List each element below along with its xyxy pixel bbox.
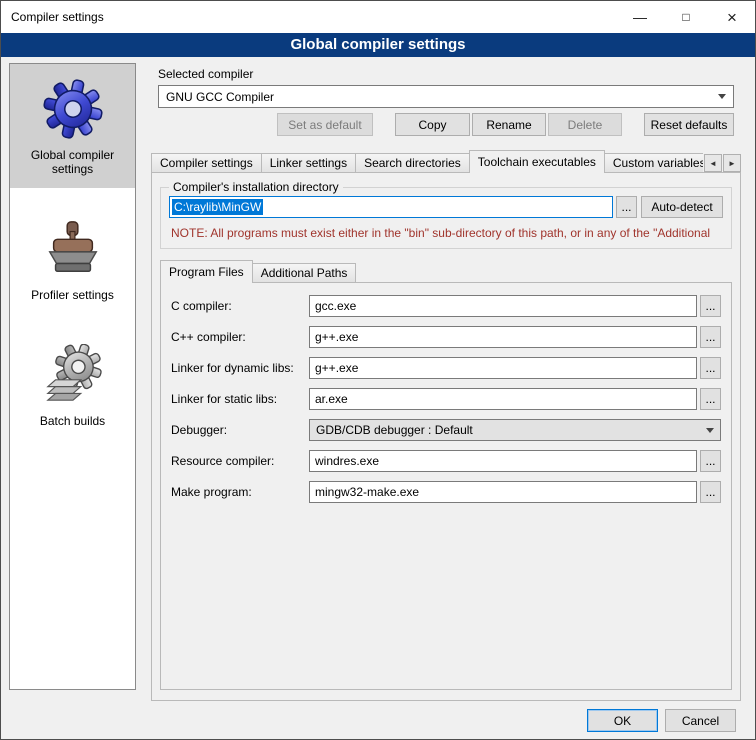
make-program-label: Make program: [171, 485, 309, 499]
cpp-compiler-browse-button[interactable]: ... [700, 326, 721, 348]
c-compiler-label: C compiler: [171, 299, 309, 313]
installation-directory-input[interactable]: C:\raylib\MinGW [169, 196, 613, 218]
tab-compiler-settings[interactable]: Compiler settings [151, 153, 262, 173]
dynamic-linker-browse-button[interactable]: ... [700, 357, 721, 379]
c-compiler-browse-button[interactable]: ... [700, 295, 721, 317]
installation-directory-selected-text: C:\raylib\MinGW [172, 199, 263, 215]
debugger-select[interactable]: GDB/CDB debugger : Default [309, 419, 721, 441]
selected-compiler-select[interactable]: GNU GCC Compiler [158, 85, 734, 108]
tab-list: Compiler settings Linker settings Search… [151, 150, 703, 173]
caption-buttons: — □ × [617, 1, 755, 33]
close-icon: × [727, 9, 737, 26]
tab-linker-settings[interactable]: Linker settings [261, 153, 356, 173]
sidebar-item-global-compiler-settings[interactable]: Global compiler settings [10, 64, 135, 188]
field-row: Linker for static libs: ... [171, 388, 721, 410]
field-row: C++ compiler: ... [171, 326, 721, 348]
make-program-input[interactable] [309, 481, 697, 503]
note-text: NOTE: All programs must exist either in … [171, 226, 730, 240]
dynamic-linker-label: Linker for dynamic libs: [171, 361, 309, 375]
chevron-down-icon [706, 428, 714, 433]
dialog-header: Global compiler settings [1, 33, 755, 57]
compiler-tabs: Compiler settings Linker settings Search… [151, 150, 741, 173]
resource-compiler-browse-button[interactable]: ... [700, 450, 721, 472]
minimize-icon: — [633, 10, 647, 24]
field-row: Linker for dynamic libs: ... [171, 357, 721, 379]
auto-detect-button[interactable]: Auto-detect [641, 196, 723, 218]
close-button[interactable]: × [709, 1, 755, 33]
field-row: Make program: ... [171, 481, 721, 503]
copy-button[interactable]: Copy [395, 113, 470, 136]
installation-directory-group: Compiler's installation directory C:\ray… [160, 187, 732, 249]
gray-gear-stack-icon [42, 344, 104, 406]
tab-search-directories[interactable]: Search directories [355, 153, 470, 173]
scroll-right-icon: ► [728, 159, 736, 168]
installation-directory-row: C:\raylib\MinGW ... Auto-detect [169, 196, 723, 218]
set-as-default-button[interactable]: Set as default [277, 113, 373, 136]
sidebar-item-label: Global compiler settings [14, 148, 131, 176]
sidebar-item-batch-builds[interactable]: Batch builds [10, 330, 135, 440]
chevron-down-icon [718, 94, 726, 99]
debugger-label: Debugger: [171, 423, 309, 437]
tab-scroll-left-button[interactable]: ◄ [704, 154, 722, 172]
tab-program-files[interactable]: Program Files [160, 260, 253, 283]
field-row: Debugger: GDB/CDB debugger : Default [171, 419, 721, 441]
profiler-tool-icon [42, 218, 104, 280]
program-files-panel: C compiler: ... C++ compiler: ... Linker… [160, 282, 732, 690]
installation-directory-group-title: Compiler's installation directory [169, 180, 343, 194]
cpp-compiler-input[interactable] [309, 326, 697, 348]
settings-category-list: Global compiler settings Profiler settin… [9, 63, 136, 690]
cpp-compiler-label: C++ compiler: [171, 330, 309, 344]
resource-compiler-input[interactable] [309, 450, 697, 472]
cancel-button[interactable]: Cancel [665, 709, 736, 732]
sidebar-item-profiler-settings[interactable]: Profiler settings [10, 204, 135, 314]
static-linker-label: Linker for static libs: [171, 392, 309, 406]
tab-custom-variables[interactable]: Custom variables [604, 153, 703, 173]
sidebar-item-label: Profiler settings [31, 288, 114, 302]
dynamic-linker-input[interactable] [309, 357, 697, 379]
compiler-settings-window: Compiler settings — □ × Global compiler … [0, 0, 756, 740]
sidebar-item-label: Batch builds [40, 414, 105, 428]
maximize-icon: □ [682, 11, 689, 23]
selected-compiler-value: GNU GCC Compiler [166, 90, 274, 104]
tab-scroll-right-button[interactable]: ► [723, 154, 741, 172]
debugger-value: GDB/CDB debugger : Default [316, 423, 473, 437]
resource-compiler-label: Resource compiler: [171, 454, 309, 468]
make-program-browse-button[interactable]: ... [700, 481, 721, 503]
rename-button[interactable]: Rename [472, 113, 546, 136]
delete-button[interactable]: Delete [548, 113, 622, 136]
c-compiler-input[interactable] [309, 295, 697, 317]
minimize-button[interactable]: — [617, 1, 663, 33]
tab-additional-paths[interactable]: Additional Paths [252, 263, 357, 283]
reset-defaults-button[interactable]: Reset defaults [644, 113, 734, 136]
window-title: Compiler settings [1, 10, 617, 24]
ok-button[interactable]: OK [587, 709, 658, 732]
selected-compiler-label: Selected compiler [158, 67, 253, 81]
field-row: C compiler: ... [171, 295, 721, 317]
program-tabs: Program Files Additional Paths [160, 260, 355, 283]
tab-toolchain-executables[interactable]: Toolchain executables [469, 150, 605, 173]
static-linker-browse-button[interactable]: ... [700, 388, 721, 410]
maximize-button[interactable]: □ [663, 1, 709, 33]
scroll-left-icon: ◄ [709, 159, 717, 168]
toolchain-executables-panel: Compiler's installation directory C:\ray… [151, 172, 741, 701]
titlebar: Compiler settings — □ × [1, 1, 755, 33]
browse-directory-button[interactable]: ... [616, 196, 637, 218]
field-row: Resource compiler: ... [171, 450, 721, 472]
blue-gear-icon [42, 78, 104, 140]
static-linker-input[interactable] [309, 388, 697, 410]
